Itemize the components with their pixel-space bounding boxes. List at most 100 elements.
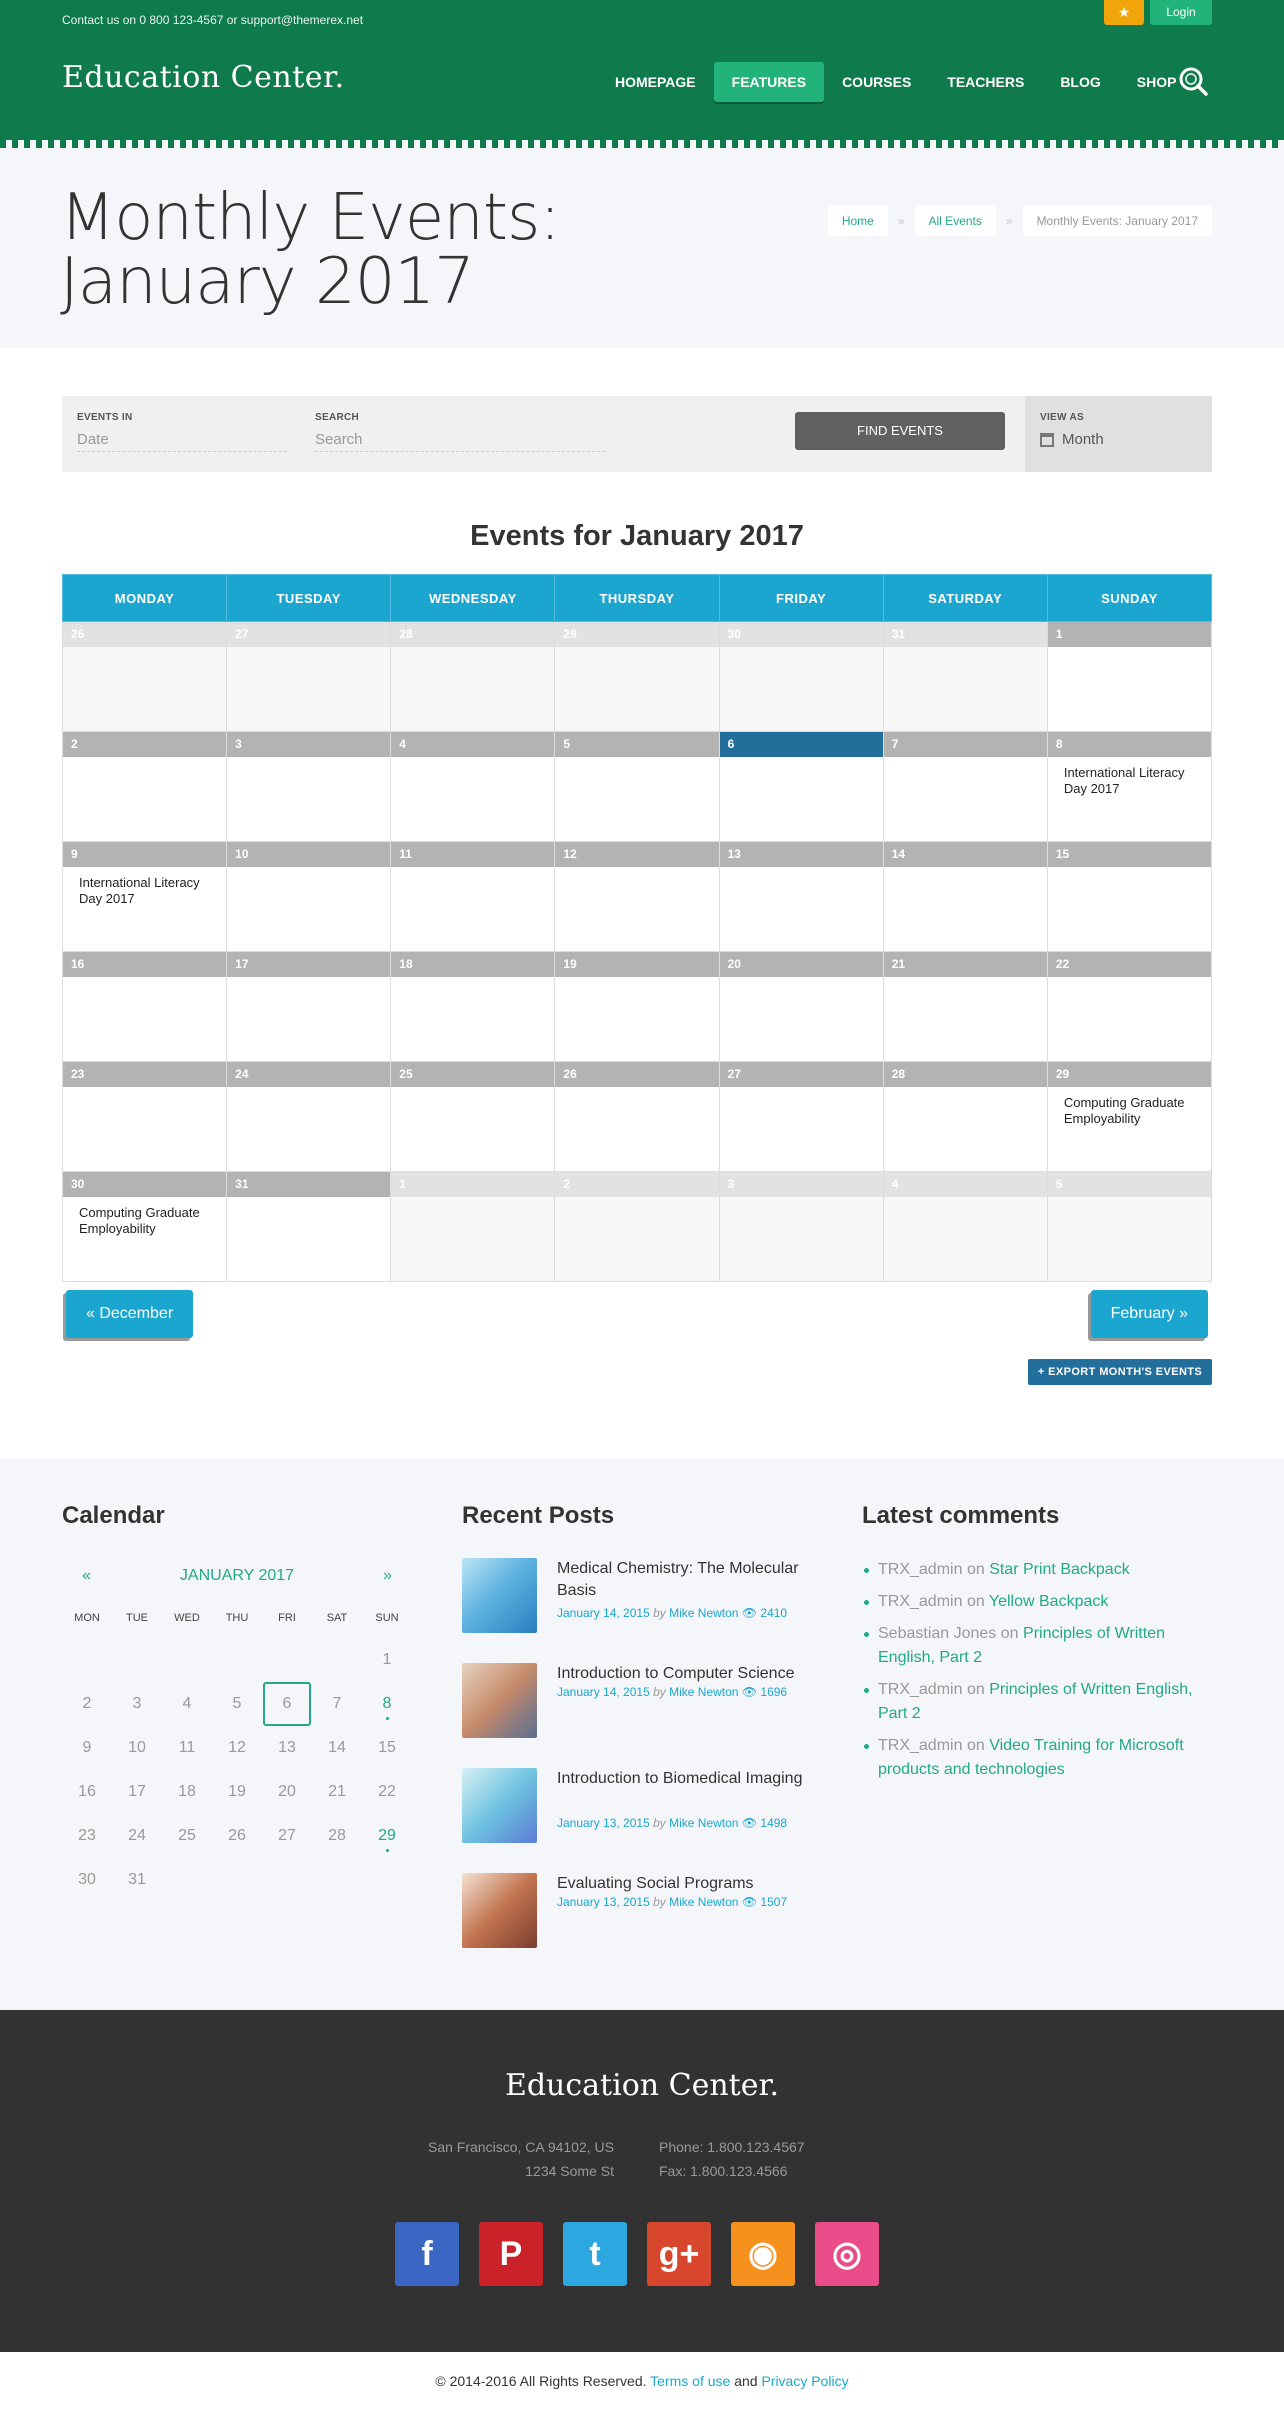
mini-day[interactable]: 19 [212, 1770, 262, 1814]
calendar-day[interactable]: 2 [554, 1171, 720, 1282]
calendar-day[interactable]: 10 [226, 841, 392, 952]
post-date[interactable]: January 13, 2015 [557, 1895, 650, 1909]
recent-post[interactable]: Introduction to Computer Science January … [462, 1663, 822, 1739]
calendar-day[interactable]: 14 [882, 841, 1048, 952]
mini-day[interactable]: 27 [262, 1814, 312, 1858]
view-as-select[interactable]: VIEW AS Month [1025, 396, 1212, 472]
comment-post-link[interactable]: Star Print Backpack [989, 1561, 1130, 1578]
mini-day[interactable]: 20 [262, 1770, 312, 1814]
site-logo[interactable]: Education Center. [62, 60, 345, 95]
post-date[interactable]: January 13, 2015 [557, 1816, 650, 1830]
post-author[interactable]: Mike Newton [669, 1816, 738, 1830]
mini-day[interactable]: 5 [212, 1682, 262, 1726]
post-title[interactable]: Medical Chemistry: The Molecular Basis [557, 1558, 817, 1602]
mini-day[interactable]: 10 [112, 1726, 162, 1770]
calendar-day[interactable]: 21 [882, 951, 1048, 1062]
calendar-day[interactable]: 24 [226, 1061, 392, 1172]
next-month-button[interactable]: February » [1090, 1290, 1208, 1338]
post-title[interactable]: Introduction to Biomedical Imaging [557, 1768, 817, 1790]
nav-features[interactable]: FEATURES [713, 62, 825, 102]
calendar-day[interactable]: 11 [390, 841, 556, 952]
calendar-day[interactable]: 16 [61, 951, 228, 1062]
search-input[interactable]: Search [315, 431, 605, 452]
mini-day[interactable]: 29 [362, 1814, 412, 1858]
nav-homepage[interactable]: HOMEPAGE [597, 62, 714, 102]
calendar-day[interactable]: 30 [718, 621, 884, 732]
calendar-day[interactable]: 1 [390, 1171, 556, 1282]
calendar-day[interactable]: 26 [554, 1061, 720, 1172]
export-events-button[interactable]: + EXPORT MONTH'S EVENTS [1028, 1359, 1212, 1385]
nav-blog[interactable]: BLOG [1042, 62, 1118, 102]
calendar-day[interactable]: 6 [718, 731, 884, 842]
footer-logo[interactable]: Education Center. [0, 2068, 1284, 2103]
calendar-day[interactable]: 7 [882, 731, 1048, 842]
breadcrumb-all-events[interactable]: All Events [914, 206, 996, 236]
calendar-day[interactable]: 2 [61, 731, 228, 842]
nav-teachers[interactable]: TEACHERS [929, 62, 1042, 102]
post-thumbnail[interactable] [462, 1663, 537, 1738]
calendar-day[interactable]: 28 [390, 621, 556, 732]
post-author[interactable]: Mike Newton [669, 1606, 738, 1620]
post-date[interactable]: January 14, 2015 [557, 1685, 650, 1699]
mini-day[interactable]: 25 [162, 1814, 212, 1858]
calendar-day[interactable]: 28 [882, 1061, 1048, 1172]
calendar-day[interactable]: 3 [226, 731, 392, 842]
comment-post-link[interactable]: Yellow Backpack [989, 1593, 1108, 1610]
calendar-day[interactable]: 18 [390, 951, 556, 1062]
recent-post[interactable]: Medical Chemistry: The Molecular Basis Ja… [462, 1558, 822, 1634]
calendar-day[interactable]: 12 [554, 841, 720, 952]
privacy-link[interactable]: Privacy Policy [761, 2373, 848, 2389]
terms-link[interactable]: Terms of use [650, 2373, 730, 2389]
calendar-day[interactable]: 31 [882, 621, 1048, 732]
mini-day[interactable]: 14 [312, 1726, 362, 1770]
mini-day[interactable]: 13 [262, 1726, 312, 1770]
event-link[interactable]: International Literacy Day 2017 [63, 867, 226, 915]
mini-day[interactable]: 15 [362, 1726, 412, 1770]
calendar-day[interactable]: 5 [1046, 1171, 1213, 1282]
event-link[interactable]: Computing Graduate Employability [1048, 1087, 1211, 1135]
recent-post[interactable]: Evaluating Social Programs January 13, 20… [462, 1873, 822, 1949]
post-thumbnail[interactable] [462, 1558, 537, 1633]
calendar-day[interactable]: 23 [61, 1061, 228, 1172]
mini-day[interactable]: 22 [362, 1770, 412, 1814]
calendar-day[interactable]: 19 [554, 951, 720, 1062]
calendar-day[interactable]: 9 International Literacy Day 2017 [61, 841, 228, 952]
mini-day[interactable]: 12 [212, 1726, 262, 1770]
rss-icon[interactable]: ◉ [731, 2222, 795, 2286]
post-title[interactable]: Introduction to Computer Science [557, 1663, 817, 1685]
calendar-day[interactable]: 5 [554, 731, 720, 842]
login-button[interactable]: Login [1150, 0, 1212, 25]
post-thumbnail[interactable] [462, 1873, 537, 1948]
mini-day[interactable]: 3 [112, 1682, 162, 1726]
find-events-button[interactable]: FIND EVENTS [795, 412, 1005, 450]
dribbble-icon[interactable]: ◎ [815, 2222, 879, 2286]
calendar-day[interactable]: 31 [226, 1171, 392, 1282]
mini-day[interactable]: 28 [312, 1814, 362, 1858]
recent-post[interactable]: Introduction to Biomedical Imaging Januar… [462, 1768, 822, 1844]
mini-day[interactable]: 8 [362, 1682, 412, 1726]
calendar-day[interactable]: 15 [1046, 841, 1213, 952]
mini-day[interactable]: 11 [162, 1726, 212, 1770]
calendar-day[interactable]: 26 [61, 621, 228, 732]
mini-day[interactable]: 18 [162, 1770, 212, 1814]
calendar-day[interactable]: 1 [1046, 621, 1213, 732]
calendar-day[interactable]: 13 [718, 841, 884, 952]
favorites-button[interactable]: ★ [1104, 0, 1144, 25]
post-date[interactable]: January 14, 2015 [557, 1606, 650, 1620]
calendar-day[interactable]: 20 [718, 951, 884, 1062]
pinterest-icon[interactable]: P [479, 2222, 543, 2286]
nav-courses[interactable]: COURSES [824, 62, 929, 102]
calendar-day[interactable]: 25 [390, 1061, 556, 1172]
calendar-day[interactable]: 8 International Literacy Day 2017 [1046, 731, 1213, 842]
event-link[interactable]: International Literacy Day 2017 [1048, 757, 1211, 805]
date-input[interactable]: Date [77, 431, 287, 452]
calendar-day[interactable]: 22 [1046, 951, 1213, 1062]
calendar-day[interactable]: 30 Computing Graduate Employability [61, 1171, 228, 1282]
calendar-day[interactable]: 29 [554, 621, 720, 732]
mini-day[interactable]: 26 [212, 1814, 262, 1858]
mini-day[interactable]: 4 [162, 1682, 212, 1726]
event-link[interactable]: Computing Graduate Employability [63, 1197, 226, 1245]
post-author[interactable]: Mike Newton [669, 1895, 738, 1909]
mini-day[interactable]: 23 [62, 1814, 112, 1858]
calendar-day[interactable]: 17 [226, 951, 392, 1062]
